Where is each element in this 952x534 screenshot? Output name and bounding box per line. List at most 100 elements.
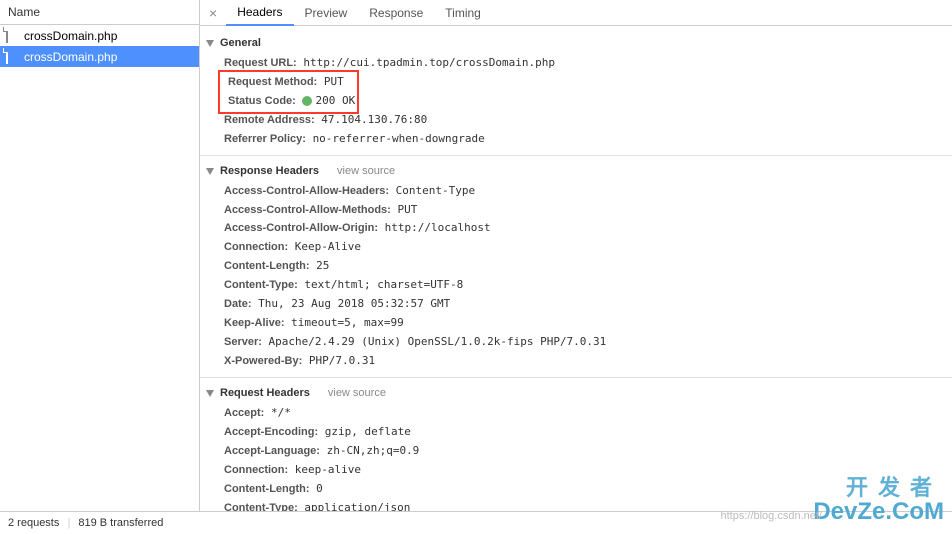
section-response-headers: Response Headers view source Access-Cont… xyxy=(200,160,952,373)
file-icon xyxy=(6,28,19,43)
network-sidebar: Name crossDomain.php crossDomain.php xyxy=(0,0,200,511)
section-title: General xyxy=(220,36,261,52)
header-row: Referrer Policy: no-referrer-when-downgr… xyxy=(200,130,952,149)
header-key: Content-Type: xyxy=(224,502,298,511)
section-header[interactable]: Request Headers view source xyxy=(200,384,952,404)
view-source-link[interactable]: view source xyxy=(337,164,395,180)
header-key: Access-Control-Allow-Origin: xyxy=(224,222,378,234)
header-key: Content-Length: xyxy=(224,483,310,495)
header-value: */* xyxy=(271,406,291,419)
close-icon[interactable]: × xyxy=(200,5,226,21)
file-icon xyxy=(6,49,19,64)
header-key: Status Code: xyxy=(228,95,296,107)
header-key: Access-Control-Allow-Headers: xyxy=(224,185,389,197)
section-title: Request Headers xyxy=(220,386,310,402)
header-row: Accept-Language: zh-CN,zh;q=0.9 xyxy=(200,442,952,461)
triangle-down-icon xyxy=(206,390,214,397)
header-key: Request URL: xyxy=(224,57,297,69)
section-header[interactable]: General xyxy=(200,34,952,54)
header-row: Request Method: PUT xyxy=(222,73,355,92)
header-key: Accept-Encoding: xyxy=(224,426,318,438)
header-value: 47.104.130.76:80 xyxy=(321,113,427,126)
header-row: Content-Length: 0 xyxy=(200,480,952,499)
request-name: crossDomain.php xyxy=(24,50,117,64)
details-tabs: × Headers Preview Response Timing xyxy=(200,0,952,26)
header-row: Date: Thu, 23 Aug 2018 05:32:57 GMT xyxy=(200,295,952,314)
header-value: gzip, deflate xyxy=(325,425,411,438)
header-row: Content-Length: 25 xyxy=(200,257,952,276)
header-key: Accept-Language: xyxy=(224,445,320,457)
header-value: http://localhost xyxy=(385,221,491,234)
tab-headers[interactable]: Headers xyxy=(226,0,293,26)
header-value: Content-Type xyxy=(396,184,475,197)
header-value: text/html; charset=UTF-8 xyxy=(304,278,463,291)
header-value: 200 OK xyxy=(315,94,355,107)
header-value: PUT xyxy=(397,203,417,216)
headers-panel[interactable]: General Request URL: http://cui.tpadmin.… xyxy=(200,26,952,511)
header-key: Content-Type: xyxy=(224,279,298,291)
request-row[interactable]: crossDomain.php xyxy=(0,46,199,67)
details-panel: × Headers Preview Response Timing Genera… xyxy=(200,0,952,511)
triangle-down-icon xyxy=(206,168,214,175)
annotation-highlight: Request Method: PUT Status Code: 200 OK xyxy=(218,70,359,114)
tab-timing[interactable]: Timing xyxy=(434,1,492,25)
header-value: application/json xyxy=(304,501,410,511)
header-row: Keep-Alive: timeout=5, max=99 xyxy=(200,314,952,333)
request-name: crossDomain.php xyxy=(24,29,117,43)
section-header[interactable]: Response Headers view source xyxy=(200,162,952,182)
header-value: zh-CN,zh;q=0.9 xyxy=(327,444,420,457)
header-key: Access-Control-Allow-Methods: xyxy=(224,204,391,216)
header-key: Content-Length: xyxy=(224,260,310,272)
header-row: X-Powered-By: PHP/7.0.31 xyxy=(200,352,952,371)
header-row: Server: Apache/2.4.29 (Unix) OpenSSL/1.0… xyxy=(200,333,952,352)
header-key: Remote Address: xyxy=(224,114,315,126)
transferred-size: 819 B transferred xyxy=(78,517,163,529)
header-row: Status Code: 200 OK xyxy=(222,92,355,111)
header-key: X-Powered-By: xyxy=(224,355,302,367)
header-key: Request Method: xyxy=(228,76,317,88)
section-title: Response Headers xyxy=(220,164,319,180)
section-request-headers: Request Headers view source Accept: */* … xyxy=(200,382,952,511)
header-key: Referrer Policy: xyxy=(224,133,306,145)
header-value: http://cui.tpadmin.top/crossDomain.php xyxy=(303,56,555,69)
header-value: PUT xyxy=(324,75,344,88)
header-value: Apache/2.4.29 (Unix) OpenSSL/1.0.2k-fips… xyxy=(269,335,607,348)
header-value: no-referrer-when-downgrade xyxy=(313,132,485,145)
status-dot-icon xyxy=(302,96,312,106)
sidebar-column-header[interactable]: Name xyxy=(0,0,199,25)
tab-preview[interactable]: Preview xyxy=(294,1,359,25)
tab-response[interactable]: Response xyxy=(358,1,434,25)
divider xyxy=(200,377,952,378)
request-list: crossDomain.php crossDomain.php xyxy=(0,25,199,511)
header-value: 0 xyxy=(316,482,323,495)
header-row: Access-Control-Allow-Methods: PUT xyxy=(200,201,952,220)
separator: | xyxy=(67,517,70,529)
header-value: Thu, 23 Aug 2018 05:32:57 GMT xyxy=(258,297,450,310)
header-row: Access-Control-Allow-Origin: http://loca… xyxy=(200,219,952,238)
header-value: keep-alive xyxy=(295,463,361,476)
header-row: Content-Type: application/json xyxy=(200,499,952,511)
header-value: PHP/7.0.31 xyxy=(309,354,375,367)
header-key: Connection: xyxy=(224,241,288,253)
header-key: Connection: xyxy=(224,464,288,476)
header-value: 25 xyxy=(316,259,329,272)
header-row: Connection: keep-alive xyxy=(200,461,952,480)
header-key: Date: xyxy=(224,298,252,310)
header-key: Keep-Alive: xyxy=(224,317,285,329)
status-bar: 2 requests | 819 B transferred xyxy=(0,511,952,534)
section-general: General Request URL: http://cui.tpadmin.… xyxy=(200,32,952,151)
header-value: Keep-Alive xyxy=(295,240,361,253)
header-value: timeout=5, max=99 xyxy=(291,316,404,329)
requests-count: 2 requests xyxy=(8,517,59,529)
view-source-link[interactable]: view source xyxy=(328,386,386,402)
triangle-down-icon xyxy=(206,40,214,47)
header-key: Accept: xyxy=(224,407,264,419)
request-row[interactable]: crossDomain.php xyxy=(0,25,199,46)
header-key: Server: xyxy=(224,336,262,348)
header-row: Access-Control-Allow-Headers: Content-Ty… xyxy=(200,182,952,201)
header-row: Connection: Keep-Alive xyxy=(200,238,952,257)
header-row: Accept: */* xyxy=(200,404,952,423)
header-row: Accept-Encoding: gzip, deflate xyxy=(200,423,952,442)
divider xyxy=(200,155,952,156)
header-row: Content-Type: text/html; charset=UTF-8 xyxy=(200,276,952,295)
